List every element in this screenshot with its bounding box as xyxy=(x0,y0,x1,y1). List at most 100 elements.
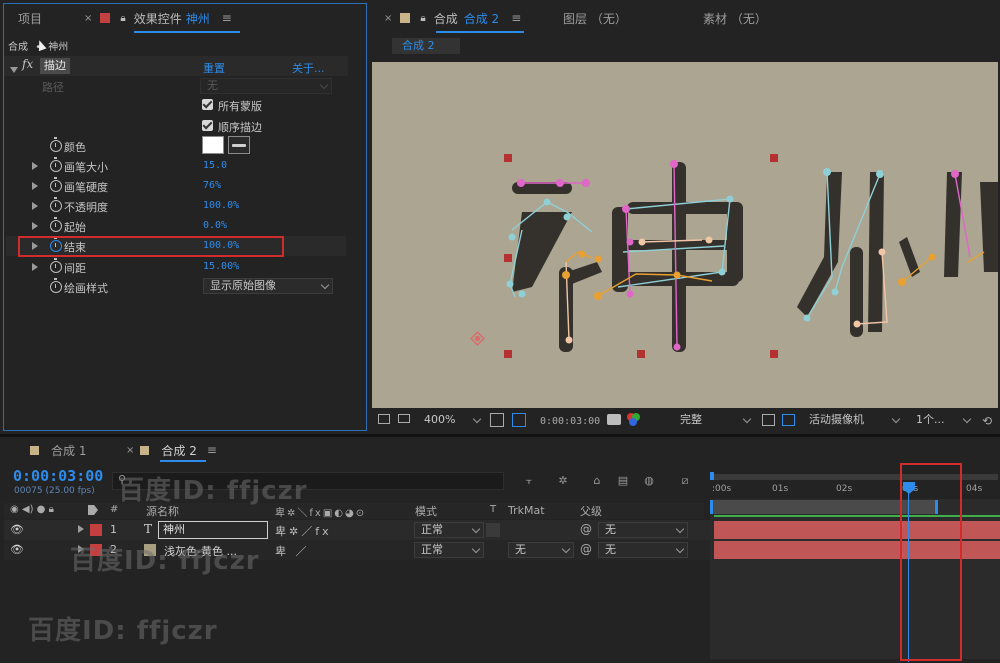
label-color-swatch[interactable] xyxy=(90,524,102,536)
reset-exposure-icon[interactable]: ⟲ xyxy=(982,414,992,428)
transparency-grid-icon[interactable] xyxy=(782,414,795,426)
graph-editor-icon[interactable]: ⧄ xyxy=(678,474,692,487)
panel-color-swatch xyxy=(100,13,111,23)
viewer-comp-tab[interactable]: 合成 2 xyxy=(392,38,460,54)
monitor-icon[interactable] xyxy=(398,414,410,423)
grid-icon[interactable] xyxy=(490,413,504,427)
trkmat-empty-box[interactable] xyxy=(486,523,500,537)
ruler-tick: 04s xyxy=(966,484,983,494)
expand-arrow-icon[interactable] xyxy=(32,263,38,271)
composition-canvas[interactable]: 神州 xyxy=(372,62,998,408)
watermark-text: 百度ID: ffjczr xyxy=(118,476,308,506)
expand-arrow-icon[interactable] xyxy=(32,222,38,230)
fx-icon[interactable]: fx xyxy=(22,57,33,71)
eye-icon[interactable]: 👁︎ xyxy=(10,523,24,536)
all-masks-checkbox[interactable] xyxy=(202,99,213,110)
tab-layer[interactable]: 图层 （无） xyxy=(563,0,627,36)
stopwatch-icon[interactable] xyxy=(50,217,62,232)
work-area-start-marker[interactable] xyxy=(710,472,714,480)
panel-menu-icon[interactable]: ≡ xyxy=(222,11,232,25)
av-switches-header: ◉ ◀) ● 🔒︎ xyxy=(10,504,54,515)
ruler-tick: :00s xyxy=(712,484,732,494)
panel-menu-icon[interactable]: ≡ xyxy=(207,443,217,457)
draft-3d-icon[interactable]: ✲ xyxy=(556,474,570,487)
stopwatch-icon[interactable] xyxy=(50,278,62,293)
close-icon[interactable]: × xyxy=(126,445,134,456)
layer-parent-dropdown[interactable]: 无 xyxy=(598,542,688,558)
layer-mode-dropdown[interactable]: 正常 xyxy=(414,542,484,558)
reset-link[interactable]: 重置 xyxy=(203,60,225,76)
always-preview-icon[interactable] xyxy=(378,414,390,424)
tab-comp-2[interactable]: × 合成 2 ≡ xyxy=(126,438,217,462)
tab-comp-1[interactable]: 合成 1 xyxy=(30,438,86,462)
camera-dropdown[interactable]: 活动摄像机 xyxy=(803,413,903,429)
layer-parent-dropdown[interactable]: 无 xyxy=(598,522,688,538)
stopwatch-icon[interactable] xyxy=(50,137,62,152)
sequential-stroke-label: 顺序描边 xyxy=(218,121,262,134)
camera-snapshot-icon[interactable] xyxy=(607,414,621,425)
paint-style-dropdown[interactable]: 显示原始图像 xyxy=(203,278,333,294)
watermark-text: 百度ID: ffjczr xyxy=(70,546,260,576)
stopwatch-icon[interactable] xyxy=(50,177,62,192)
path-dropdown[interactable]: 无 xyxy=(200,78,332,94)
column-parent[interactable]: 父级 xyxy=(580,503,602,519)
all-masks-label: 所有蒙版 xyxy=(218,100,262,113)
layer-number: 1 xyxy=(110,523,117,536)
comp-color-swatch xyxy=(140,445,150,455)
column-mode[interactable]: 模式 xyxy=(415,503,437,519)
layer-switches[interactable]: 卑✲／fx xyxy=(275,523,332,539)
shy-layers-icon[interactable]: ⌂ xyxy=(590,474,604,487)
expand-arrow-icon[interactable] xyxy=(32,182,38,190)
tab-project[interactable]: 项目 xyxy=(18,0,42,36)
color-swatch[interactable] xyxy=(202,136,224,154)
pickwhip-icon[interactable]: @ xyxy=(580,522,592,536)
region-of-interest-icon[interactable] xyxy=(762,414,775,426)
close-icon[interactable]: × xyxy=(384,13,392,24)
ruler-tick: 01s xyxy=(772,484,789,494)
path-label: 路径 xyxy=(42,81,64,94)
tab-footage[interactable]: 素材 （无） xyxy=(703,0,767,36)
active-tab-underline xyxy=(134,31,240,33)
property-row-spacing: 间距 15.00% xyxy=(6,257,346,277)
active-tab-underline xyxy=(160,460,206,462)
effect-expand-toggle[interactable] xyxy=(10,63,18,76)
stopwatch-icon[interactable] xyxy=(50,157,62,172)
about-link[interactable]: 关于... xyxy=(292,60,325,76)
mask-visibility-icon[interactable] xyxy=(512,413,526,427)
sequential-stroke-checkbox[interactable] xyxy=(202,120,213,131)
views-dropdown[interactable]: 1个... xyxy=(910,413,974,429)
motion-blur-icon[interactable]: ◍ xyxy=(642,474,656,487)
lock-icon[interactable]: 🔒︎ xyxy=(120,13,125,24)
close-icon[interactable]: × xyxy=(84,13,92,24)
expand-arrow-icon[interactable] xyxy=(32,202,38,210)
comp-color-swatch xyxy=(400,13,411,23)
property-row-brush-hardness: 画笔硬度 76% xyxy=(6,176,346,196)
lock-icon[interactable]: 🔒︎ xyxy=(420,13,425,24)
eyedropper-icon[interactable] xyxy=(228,136,250,154)
layer-mode-dropdown[interactable]: 正常 xyxy=(414,522,484,538)
zoom-dropdown[interactable]: 400% xyxy=(418,413,484,429)
column-t: T xyxy=(490,504,497,515)
stopwatch-icon[interactable] xyxy=(50,258,62,273)
column-trkmat[interactable]: TrkMat xyxy=(508,504,545,517)
layer-name[interactable]: 神州 xyxy=(158,521,268,539)
eye-icon[interactable]: 👁︎ xyxy=(10,543,24,556)
resolution-dropdown[interactable]: 完整 xyxy=(674,413,754,429)
current-time-display[interactable]: 0:00:03:00 xyxy=(13,467,103,485)
expand-arrow-icon[interactable] xyxy=(32,162,38,170)
expand-arrow-icon[interactable] xyxy=(78,525,84,533)
color-channels-icon[interactable] xyxy=(627,413,641,427)
property-row-start: 起始 0.0% xyxy=(6,216,346,236)
stroke-artwork xyxy=(470,154,998,358)
trkmat-dropdown[interactable]: 无 xyxy=(508,542,574,558)
composition-mini-flowchart-icon[interactable]: ⫟ xyxy=(522,474,536,487)
frame-rate-label: 00075 (25.00 fps) xyxy=(14,486,95,496)
layer-switches[interactable]: 卑 ／ xyxy=(275,543,310,559)
effect-name[interactable]: 描边 xyxy=(40,58,70,74)
timeline-separator xyxy=(0,434,1000,437)
pickwhip-icon[interactable]: @ xyxy=(580,542,592,556)
viewer-timecode[interactable]: 0:00:03:00 xyxy=(540,416,600,427)
stopwatch-icon[interactable] xyxy=(50,197,62,212)
frame-blending-icon[interactable]: ▤ xyxy=(616,474,630,487)
panel-menu-icon[interactable]: ≡ xyxy=(511,11,521,25)
